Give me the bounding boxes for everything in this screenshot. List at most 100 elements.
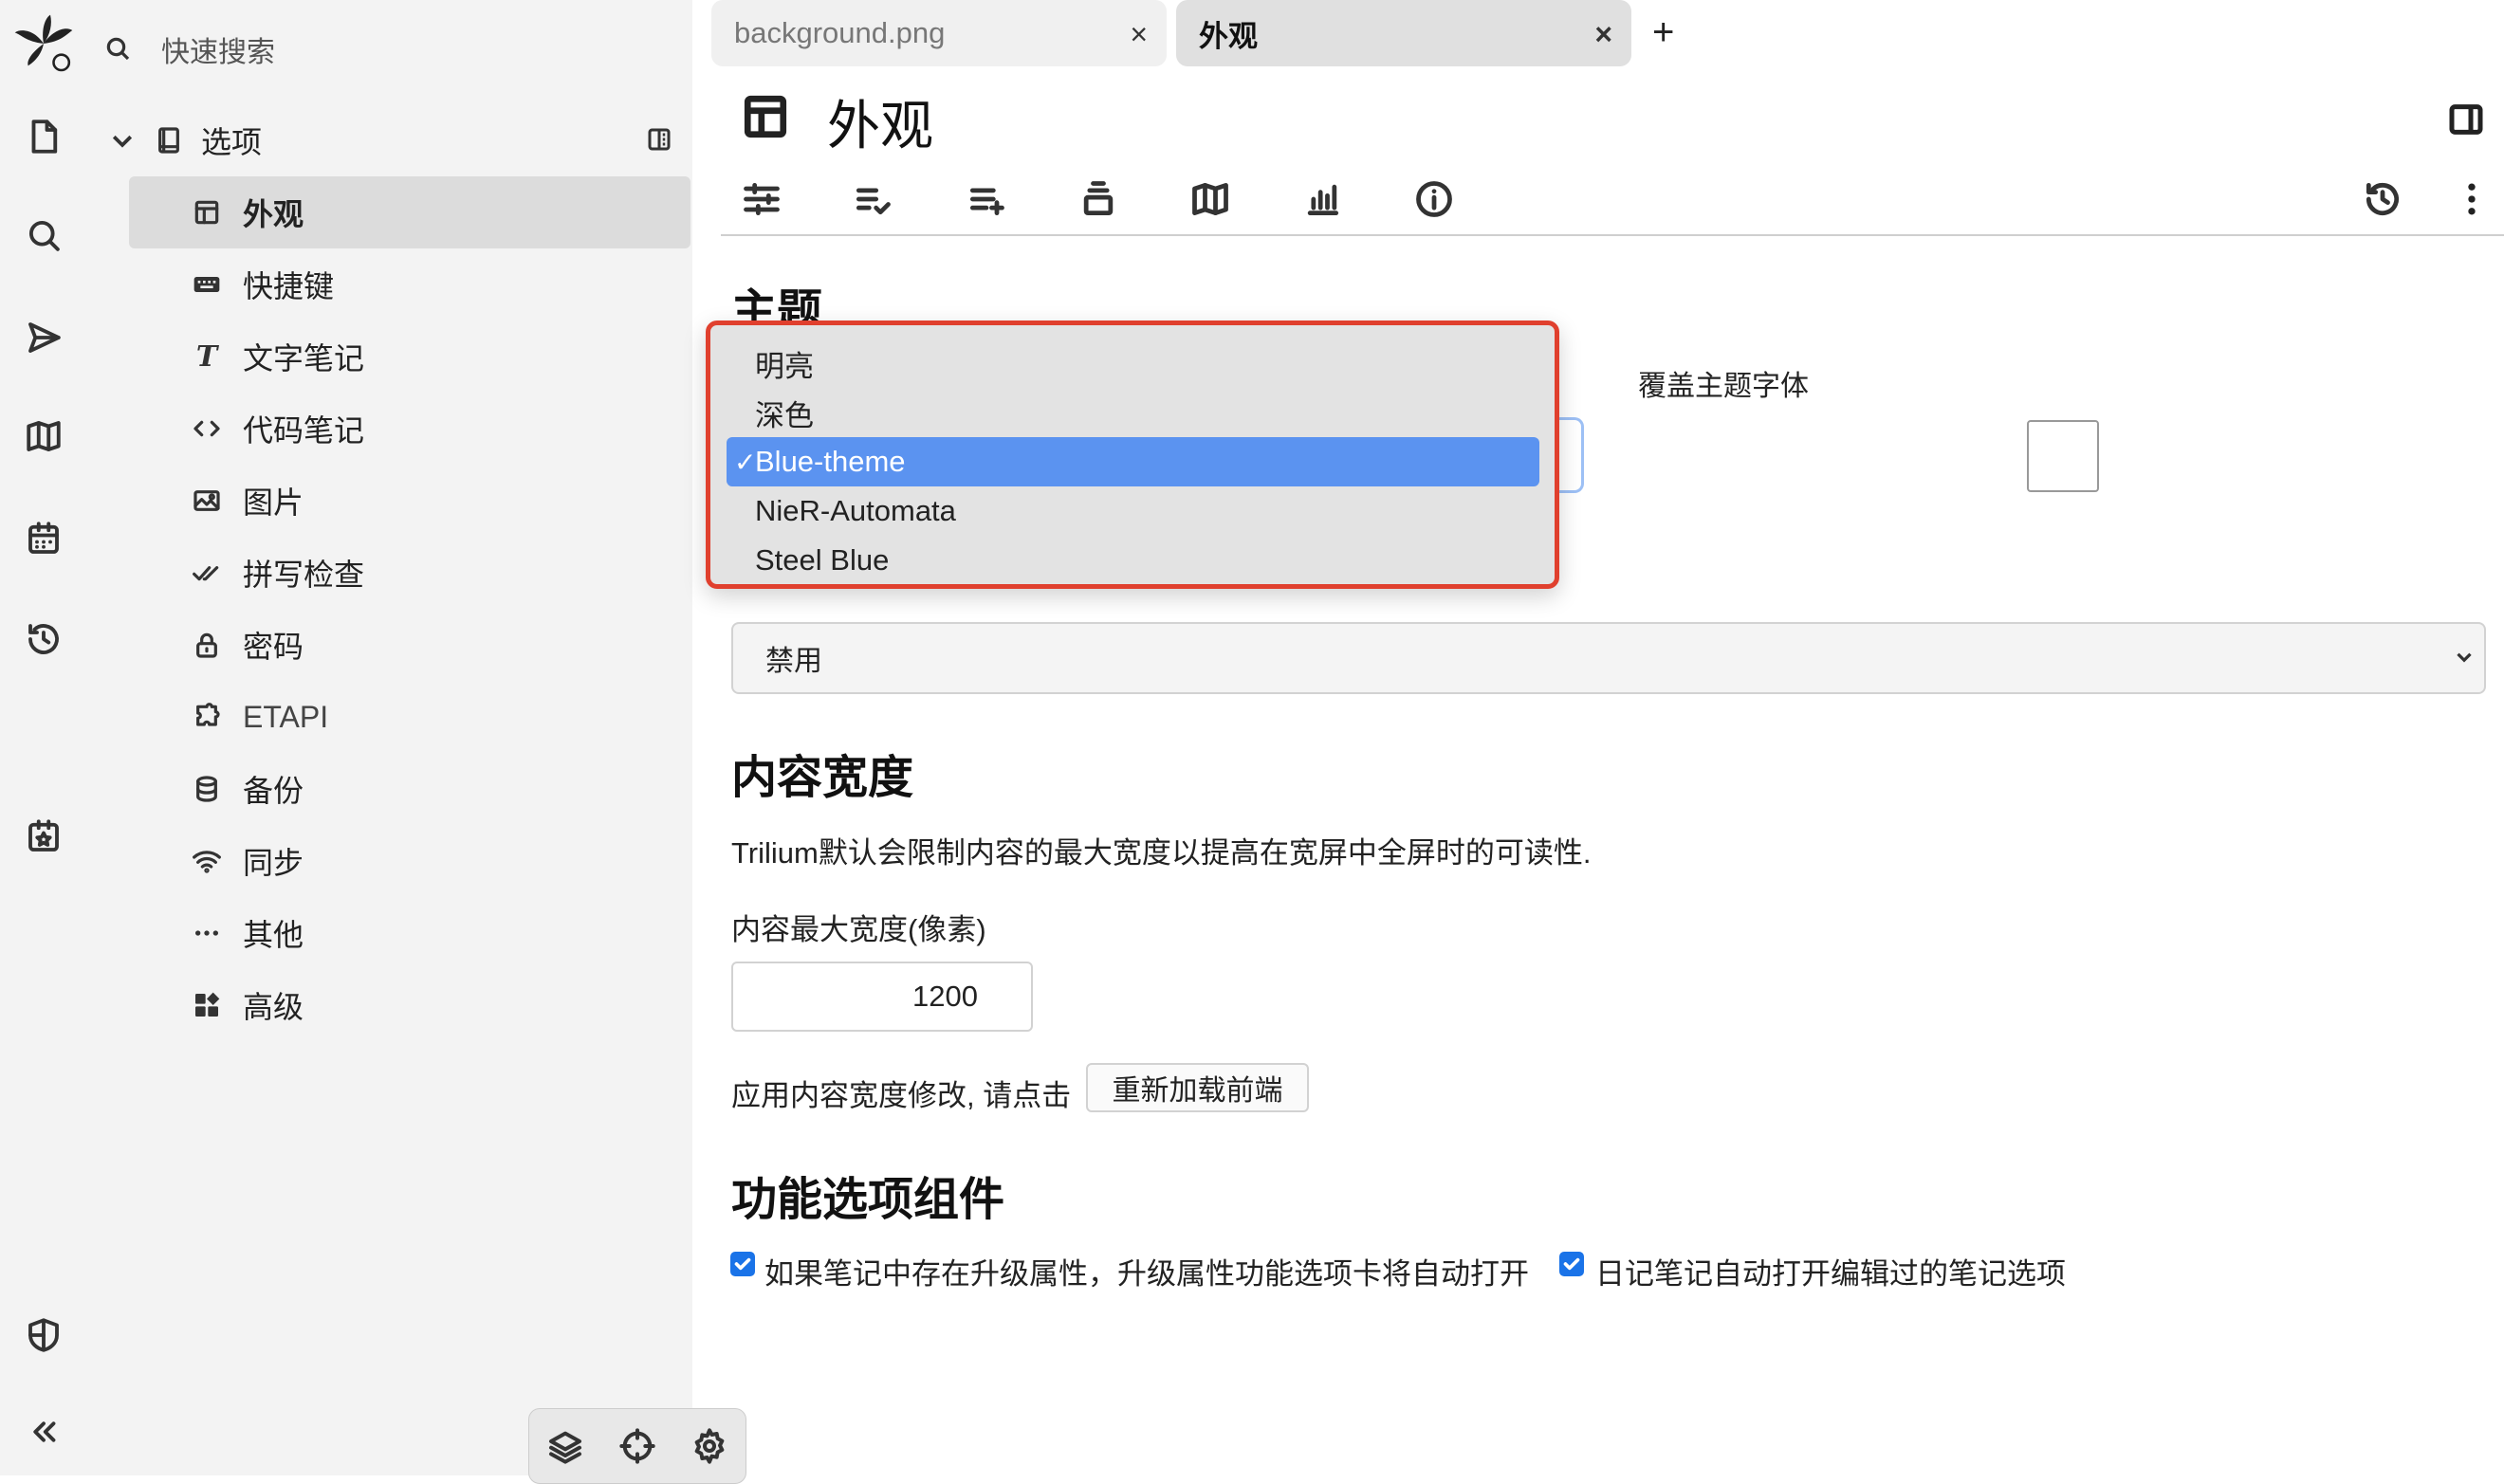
sidebar-item-label: 文字笔记 [243,341,365,376]
sidebar-item-backup[interactable]: 备份 [129,753,690,825]
sidebar-item-label: 密码 [243,630,304,664]
protected-session-icon[interactable] [15,1307,72,1364]
bar-chart-icon[interactable] [1298,174,1347,224]
split-view-icon[interactable] [645,125,673,154]
font-select[interactable]: 禁用 [731,622,2486,694]
close-icon[interactable]: × [1594,17,1612,52]
sidebar-item-label: 同步 [243,846,304,880]
reload-frontend-button[interactable]: 重新加载前端 [1086,1063,1309,1112]
chevron-down-icon [2452,645,2476,669]
today-note-icon[interactable] [15,808,72,865]
calendar-icon[interactable] [15,510,72,567]
tree-root-options[interactable]: 选项 [108,112,677,169]
sidebar-item-label: 拼写检查 [243,558,365,592]
theme-option-dark[interactable]: 深色 [727,388,1539,437]
layout-icon [188,193,226,231]
edited-notes-checkbox[interactable] [1559,1252,1584,1276]
quick-search[interactable]: 快速搜索 [104,21,673,78]
sidebar-item-text-notes[interactable]: T 文字笔记 [129,321,690,393]
apply-width-text: 应用内容宽度修改, 请点击 [731,1079,1072,1112]
list-add-icon[interactable] [962,174,1011,224]
theme-dropdown-list: 明亮 深色 ✓ Blue-theme NieR-Automata Steel B… [706,321,1559,589]
sidebar-item-label: 图片 [243,486,304,520]
sidebar-item-spellcheck[interactable]: 拼写检查 [129,537,690,609]
sidebar-item-label: 其他 [243,918,304,952]
more-vertical-icon[interactable] [2447,174,2496,224]
theme-option-light[interactable]: 明亮 [727,339,1539,388]
content-width-heading: 内容宽度 [731,753,914,803]
promoted-attributes-label: 如果笔记中存在升级属性，升级属性功能选项卡将自动打开 [764,1257,1529,1291]
tree-root-label: 选项 [201,125,263,159]
sidebar-item-password[interactable]: 密码 [129,609,690,681]
sidebar-item-other[interactable]: 其他 [129,897,690,969]
sidebar-item-shortcuts[interactable]: 快捷键 [129,248,690,321]
tab-label: background.png [734,16,946,49]
toggle-right-pane-icon[interactable] [2447,101,2485,138]
tab-appearance[interactable]: 外观 × [1176,0,1631,66]
trilium-logo-icon[interactable] [4,4,83,83]
collapse-panel-icon[interactable] [15,1403,72,1460]
left-pane: 快速搜索 选项 外观 快捷键 T 文字笔记 代码笔记 图片 拼写检查 密码 ET… [87,0,746,1484]
sidebar-item-label: 备份 [243,774,304,808]
sidebar-item-etapi[interactable]: ETAPI [129,681,690,753]
content-width-description: Trilium默认会限制内容的最大宽度以提高在宽屏中全屏时的可读性. [731,836,1592,870]
max-width-label: 内容最大宽度(像素) [731,913,986,946]
sidebar-item-code-notes[interactable]: 代码笔记 [129,393,690,465]
note-revisions-icon[interactable] [2358,174,2407,224]
theme-option-nier-automata[interactable]: NieR-Automata [727,486,1539,536]
note-map-icon[interactable] [15,408,72,465]
theme-option-blue-theme[interactable]: ✓ Blue-theme [727,437,1539,486]
widgets-icon [188,986,226,1024]
option-label: 明亮 [755,349,814,383]
sliders-icon[interactable] [737,174,786,224]
search-icon [104,35,133,64]
bottom-toolbar [528,1408,746,1484]
stack-icon[interactable] [1074,174,1123,224]
layout-icon [742,93,789,140]
tab-label: 外观 [1199,19,1258,53]
sidebar-item-images[interactable]: 图片 [129,465,690,537]
recent-changes-icon[interactable] [15,611,72,668]
info-icon[interactable] [1409,174,1459,224]
override-font-checkbox[interactable] [2027,420,2099,492]
theme-option-steel-blue[interactable]: Steel Blue [727,536,1539,585]
keyboard-icon [188,266,226,303]
theme-select[interactable] [1556,417,1584,493]
edited-notes-label: 日记笔记自动打开编辑过的笔记选项 [1595,1257,2066,1291]
checkmark-icon: ✓ [734,448,757,477]
ribbon-widgets-heading: 功能选项组件 [731,1175,1005,1225]
code-icon [188,410,226,448]
sidebar-item-sync[interactable]: 同步 [129,825,690,897]
promoted-attributes-checkbox[interactable] [730,1252,755,1276]
sidebar-item-label: 代码笔记 [243,413,365,448]
sidebar-item-label: 外观 [243,197,304,231]
tab-background-png[interactable]: background.png × [711,0,1167,66]
sidebar-item-advanced[interactable]: 高级 [129,969,690,1041]
list-check-icon[interactable] [848,174,897,224]
text-icon: T [195,339,218,374]
option-label: Steel Blue [755,543,890,577]
new-tab-plus-icon[interactable]: + [1652,11,1674,54]
book-icon [154,125,184,156]
launcher-bar [0,0,87,1475]
layers-icon[interactable] [546,1427,584,1465]
page-title[interactable]: 外观 [827,83,933,160]
puzzle-icon [188,698,226,736]
chevron-down-icon[interactable] [108,126,137,155]
close-icon[interactable]: × [1130,17,1148,52]
note-map-icon[interactable] [1186,174,1235,224]
option-label: NieR-Automata [755,494,956,527]
crosshair-icon[interactable] [618,1427,656,1465]
spellcheck-icon [188,554,226,592]
lock-icon [188,626,226,664]
quick-search-input[interactable]: 快速搜索 [161,28,275,70]
max-width-input[interactable]: 1200 [731,962,1033,1032]
new-note-icon[interactable] [15,108,72,165]
option-label: 深色 [755,398,814,432]
search-icon[interactable] [15,207,72,264]
jump-to-note-icon[interactable] [15,309,72,366]
sidebar-item-label: 高级 [243,990,304,1024]
image-icon [188,482,226,520]
sidebar-item-appearance[interactable]: 外观 [129,176,690,248]
gear-icon[interactable] [690,1427,728,1465]
